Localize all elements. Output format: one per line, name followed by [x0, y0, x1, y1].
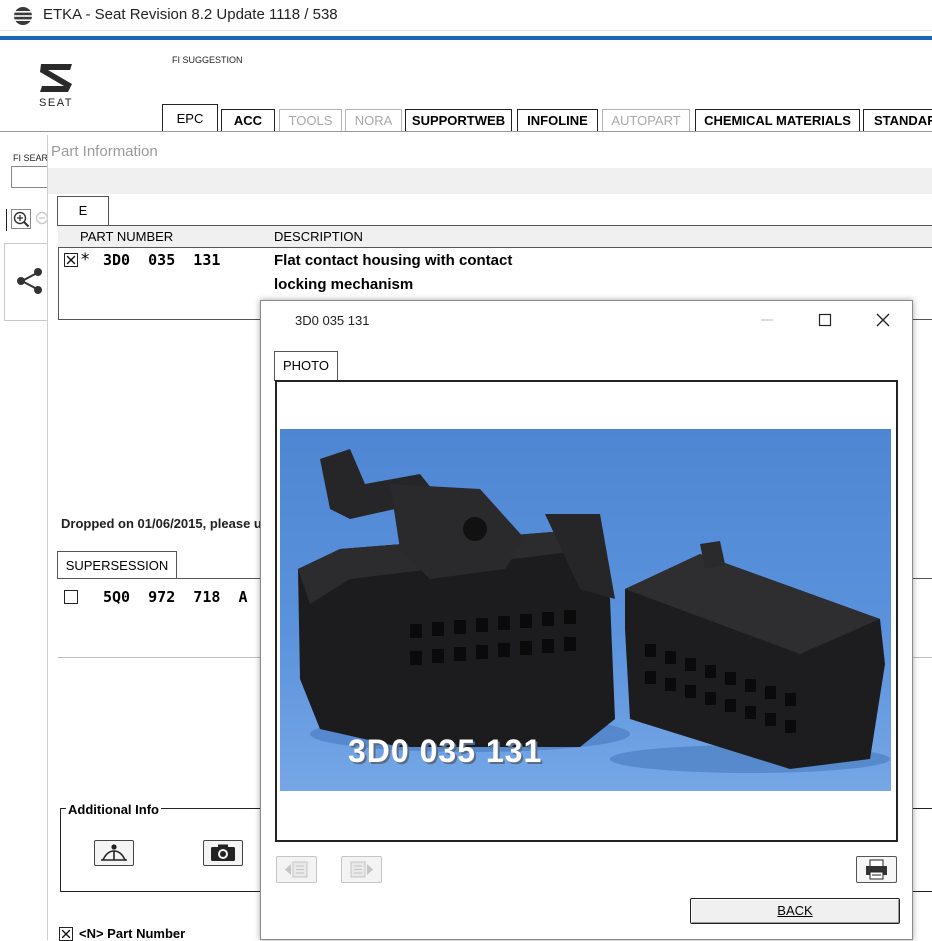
dropped-notice: Dropped on 01/06/2015, please u	[61, 516, 262, 531]
column-header-part-number[interactable]: PART NUMBER	[80, 229, 173, 244]
part-number-option-checkbox[interactable]	[59, 927, 73, 941]
part-row-checkbox[interactable]	[64, 253, 78, 267]
tab-photo[interactable]: PHOTO	[274, 351, 338, 381]
additional-info-photo-button[interactable]	[203, 840, 243, 866]
person-info-icon	[101, 844, 127, 861]
tab-autopart[interactable]: AUTOPART	[602, 109, 690, 131]
minimize-icon[interactable]	[752, 306, 782, 334]
share-icon	[17, 268, 42, 294]
seat-logo-text: SEAT	[39, 97, 73, 108]
zoom-in-icon[interactable]	[11, 209, 31, 229]
part-number-option-label: <N> Part Number	[79, 926, 186, 941]
part-information-toolbar	[48, 168, 932, 194]
parts-table-header	[58, 226, 932, 248]
print-button[interactable]	[856, 856, 897, 883]
share-button[interactable]	[4, 243, 52, 321]
close-icon[interactable]	[868, 306, 898, 334]
previous-page-button[interactable]	[276, 856, 317, 883]
printer-icon	[866, 859, 887, 880]
additional-info-label: Additional Info	[66, 802, 161, 817]
fi-suggestion-label: FI SUGGESTION	[172, 55, 243, 65]
photo-caption: 3D0 035 131	[348, 733, 543, 769]
seat-logo: SEAT	[39, 64, 73, 108]
accent-band	[0, 36, 932, 40]
camera-icon	[211, 844, 235, 861]
tab-infoline[interactable]: INFOLINE	[517, 109, 598, 131]
tab-epc[interactable]: EPC	[162, 104, 218, 132]
tabs-baseline	[0, 131, 932, 132]
dialog-title: 3D0 035 131	[295, 313, 370, 328]
tab-supersession[interactable]: SUPERSESSION	[57, 551, 177, 579]
page-prev-icon	[285, 861, 308, 878]
zoom-out-icon[interactable]	[33, 209, 47, 229]
part-row-number[interactable]: 3D0 035 131	[103, 251, 220, 269]
tab-nora[interactable]: NORA	[345, 109, 402, 131]
tab-standar[interactable]: STANDAR	[863, 109, 932, 131]
supersession-row-checkbox[interactable]	[64, 590, 78, 604]
tab-tools[interactable]: TOOLS	[279, 109, 342, 131]
left-scroll-edge	[0, 209, 7, 231]
maximize-icon[interactable]	[810, 306, 840, 334]
window-title: ETKA - Seat Revision 8.2 Update 1118 / 5…	[43, 6, 338, 23]
additional-info-person-button[interactable]	[94, 840, 134, 866]
part-row-marker: *	[80, 250, 91, 270]
fi-search-label: FI SEAR	[13, 153, 49, 163]
column-header-description[interactable]: DESCRIPTION	[274, 229, 363, 244]
page-next-icon	[350, 861, 373, 878]
part-row-description: Flat contact housing with contact lockin…	[274, 252, 513, 293]
tab-supportweb[interactable]: SUPPORTWEB	[405, 109, 512, 131]
part-information-title: Part Information	[51, 143, 158, 160]
back-button[interactable]: BACK	[690, 898, 900, 924]
tab-chemical-materials[interactable]: CHEMICAL MATERIALS	[695, 109, 860, 131]
tab-e[interactable]: E	[57, 196, 109, 226]
next-page-button[interactable]	[341, 856, 382, 883]
supersession-part-number[interactable]: 5Q0 972 718 A	[103, 588, 248, 606]
app-globe-icon	[14, 7, 32, 25]
tab-acc[interactable]: ACC	[221, 109, 275, 131]
